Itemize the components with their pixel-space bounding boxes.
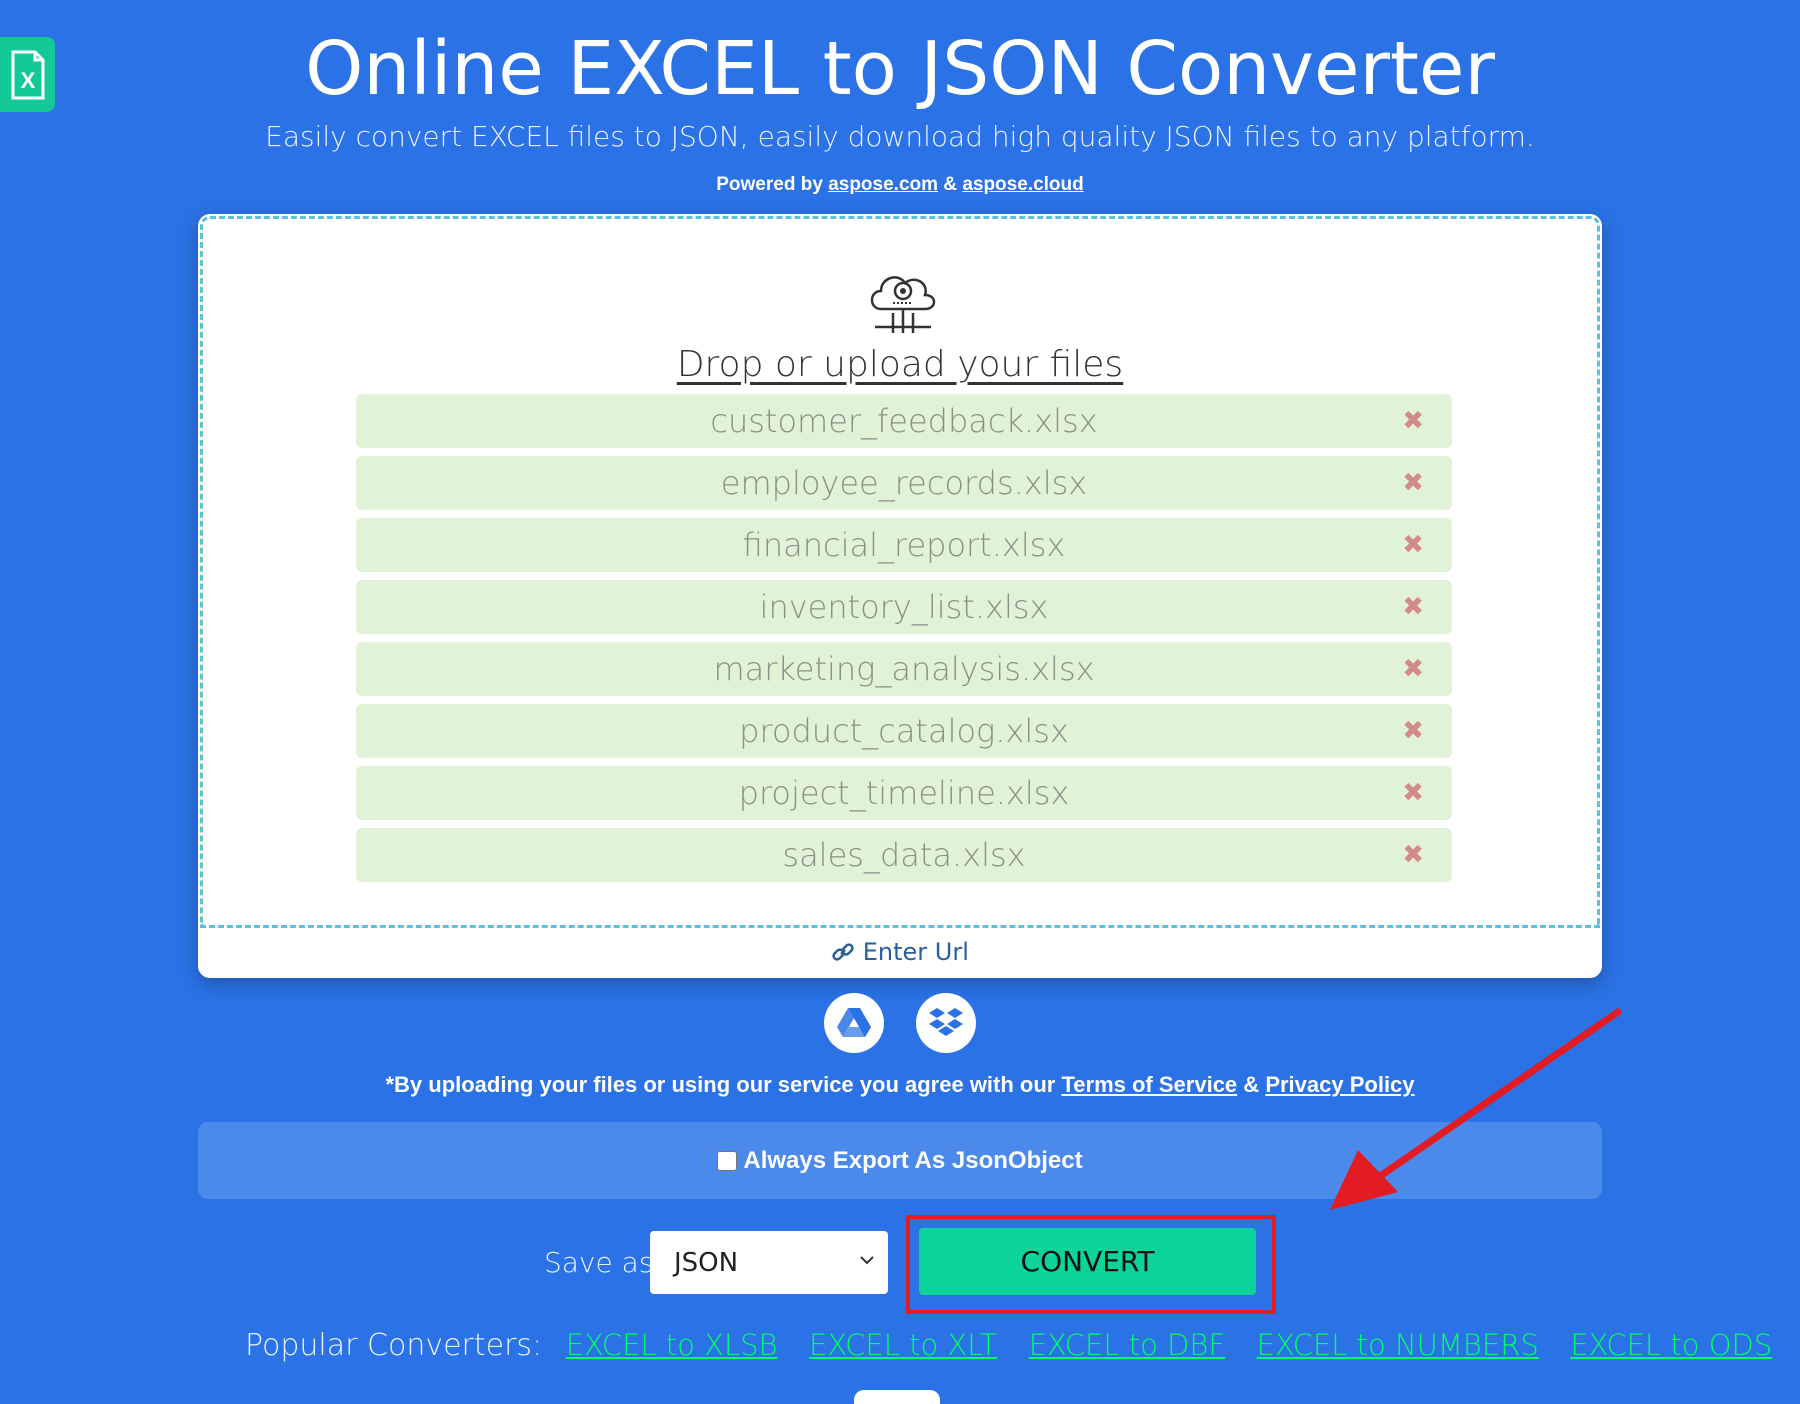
bottom-tab[interactable] [854,1390,940,1404]
file-name: customer_feedback.xlsx [710,402,1098,440]
always-export-label[interactable]: Always Export As JsonObject [743,1147,1082,1175]
aspose-com-link[interactable]: aspose.com [828,174,938,195]
google-drive-icon [836,1008,871,1037]
agreement-amp: & [1243,1072,1260,1097]
chevron-down-icon [860,1256,874,1265]
file-name: sales_data.xlsx [782,836,1026,874]
remove-file-icon[interactable]: ✖ [1402,592,1424,622]
remove-file-icon[interactable]: ✖ [1402,716,1424,746]
link-excel-to-dbf[interactable]: EXCEL to DBF [1029,1328,1225,1362]
save-as-label: Save as [544,1246,654,1279]
upload-card: Drop or upload your files customer_feedb… [198,214,1602,978]
file-name: financial_report.xlsx [742,526,1066,564]
format-select[interactable]: JSON [650,1231,888,1294]
remove-file-icon[interactable]: ✖ [1402,840,1424,870]
powered-by: Powered by aspose.com & aspose.cloud [0,174,1800,196]
page-title: Online EXCEL to JSON Converter [305,26,1495,112]
file-row: marketing_analysis.xlsx ✖ [356,642,1452,696]
dropbox-button[interactable] [916,993,977,1053]
popular-converters: Popular Converters: EXCEL to XLSB EXCEL … [245,1328,1794,1363]
link-excel-to-xlsb[interactable]: EXCEL to XLSB [566,1328,778,1362]
remove-file-icon[interactable]: ✖ [1402,530,1424,560]
red-arrow-annotation [1330,1008,1622,1210]
file-row: employee_records.xlsx ✖ [356,456,1452,510]
remove-file-icon[interactable]: ✖ [1402,406,1424,436]
remove-file-icon[interactable]: ✖ [1402,654,1424,684]
format-select-value: JSON [674,1247,739,1278]
file-row: product_catalog.xlsx ✖ [356,704,1452,758]
powered-prefix: Powered by [716,174,823,195]
link-excel-to-ods[interactable]: EXCEL to ODS [1570,1328,1772,1362]
file-name: product_catalog.xlsx [739,712,1069,750]
terms-of-service-link[interactable]: Terms of Service [1061,1072,1237,1097]
drop-zone[interactable]: Drop or upload your files customer_feedb… [200,216,1600,928]
aspose-cloud-link[interactable]: aspose.cloud [962,174,1083,195]
file-list: customer_feedback.xlsx ✖ employee_records.… [356,394,1452,890]
google-drive-button[interactable] [823,993,884,1053]
file-row: sales_data.xlsx ✖ [356,828,1452,882]
link-excel-to-xlt[interactable]: EXCEL to XLT [809,1328,997,1362]
remove-file-icon[interactable]: ✖ [1402,468,1424,498]
remove-file-icon[interactable]: ✖ [1402,778,1424,808]
agreement-text: *By uploading your files or using our se… [385,1072,1056,1097]
popular-label: Popular Converters: [245,1328,543,1363]
convert-button[interactable]: CONVERT [919,1228,1256,1295]
file-row: customer_feedback.xlsx ✖ [356,394,1452,448]
file-name: project_timeline.xlsx [738,774,1070,812]
dropbox-icon [929,1008,964,1036]
link-icon [832,943,854,961]
drop-upload-label[interactable]: Drop or upload your files [203,344,1597,385]
file-row: project_timeline.xlsx ✖ [356,766,1452,820]
file-name: marketing_analysis.xlsx [713,650,1095,688]
file-row: inventory_list.xlsx ✖ [356,580,1452,634]
page-subtitle: Easily convert EXCEL files to JSON, easi… [265,120,1535,153]
enter-url-link[interactable]: Enter Url [198,938,1602,966]
powered-amp: & [943,174,958,195]
file-name: inventory_list.xlsx [759,588,1049,626]
cloud-upload-icon [870,276,936,333]
enter-url-label: Enter Url [862,938,969,966]
always-export-checkbox[interactable] [717,1150,738,1171]
file-name: employee_records.xlsx [720,464,1088,502]
link-excel-to-numbers[interactable]: EXCEL to NUMBERS [1257,1328,1539,1362]
file-row: financial_report.xlsx ✖ [356,518,1452,572]
